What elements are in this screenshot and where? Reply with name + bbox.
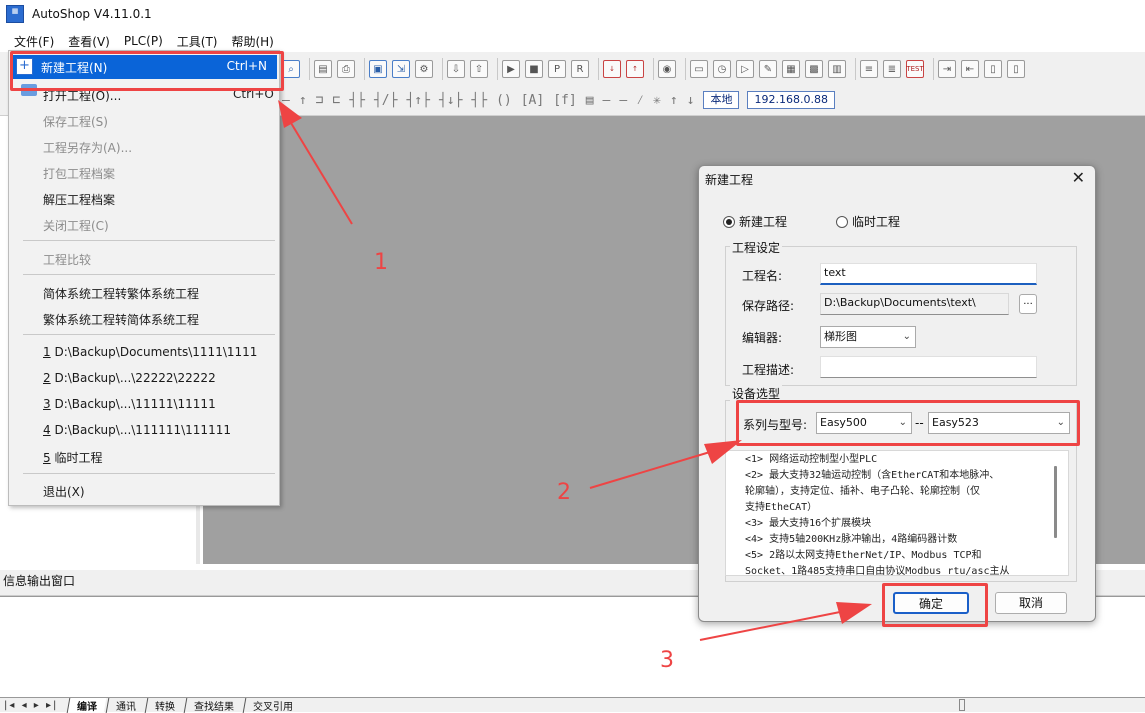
annotation-number-1: 1 xyxy=(374,250,388,275)
arrow-3-head xyxy=(836,602,872,624)
arrow-2 xyxy=(589,451,711,489)
annotation-number-2: 2 xyxy=(557,480,571,505)
annotation-arrows xyxy=(278,100,872,641)
arrow-2-head xyxy=(704,440,742,464)
arrow-3 xyxy=(699,611,841,641)
arrow-1 xyxy=(287,117,353,225)
arrow-1-head xyxy=(278,100,302,128)
annotation-number-3: 3 xyxy=(660,648,674,673)
